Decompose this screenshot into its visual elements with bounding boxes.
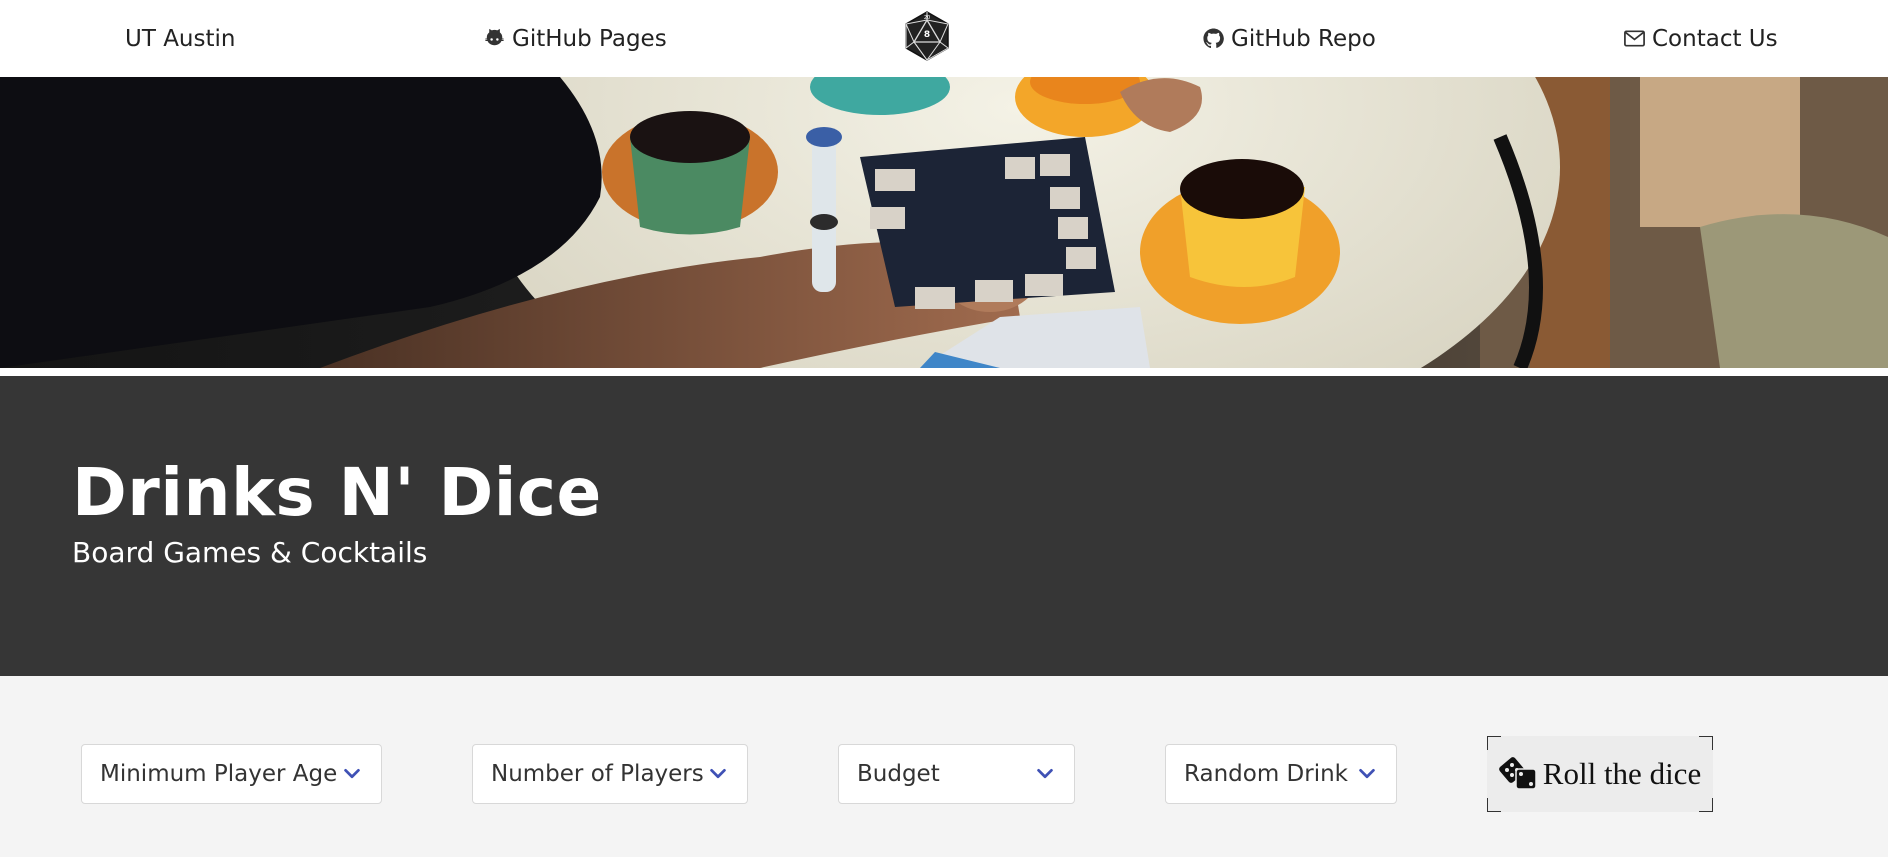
select-label: Number of Players xyxy=(491,761,704,787)
chevron-down-icon xyxy=(1037,768,1053,779)
focus-corner xyxy=(1487,798,1501,812)
select-label: Random Drink xyxy=(1184,761,1348,787)
chevron-down-icon xyxy=(710,768,726,779)
site-subtitle: Board Games & Cocktails xyxy=(72,536,428,569)
random-drink-select[interactable]: Random Drink xyxy=(1165,744,1397,804)
github-icon xyxy=(1202,27,1225,50)
nav-link-label: GitHub Pages xyxy=(512,25,667,52)
select-label: Minimum Player Age xyxy=(100,761,338,787)
hero-divider xyxy=(0,368,1888,376)
svg-text:20: 20 xyxy=(924,15,930,21)
dice-icon xyxy=(1498,757,1537,790)
number-of-players-select[interactable]: Number of Players xyxy=(472,744,748,804)
title-banner: Drinks N' Dice Board Games & Cocktails xyxy=(0,376,1888,676)
focus-corner xyxy=(1487,736,1501,750)
nav-link-label: Contact Us xyxy=(1652,25,1778,52)
nav-link-contact-us[interactable]: Contact Us xyxy=(1623,0,1778,77)
budget-select[interactable]: Budget xyxy=(838,744,1075,804)
github-octocat-icon xyxy=(483,27,506,50)
nav-link-github-repo[interactable]: GitHub Repo xyxy=(1202,0,1376,77)
filter-bar: Minimum Player Age Number of Players Bud… xyxy=(0,676,1888,857)
svg-text:8: 8 xyxy=(924,30,930,40)
top-navbar: UT Austin GitHub Pages 8 20 GitHub Repo xyxy=(0,0,1888,77)
min-player-age-select[interactable]: Minimum Player Age xyxy=(81,744,382,804)
select-label: Budget xyxy=(857,761,940,787)
hero-image xyxy=(0,77,1888,368)
roll-button-label: Roll the dice xyxy=(1542,756,1702,791)
nav-link-github-pages[interactable]: GitHub Pages xyxy=(483,0,667,77)
nav-link-label: GitHub Repo xyxy=(1231,25,1376,52)
chevron-down-icon xyxy=(1359,768,1375,779)
nav-link-ut-austin[interactable]: UT Austin xyxy=(125,0,235,77)
home-logo-link[interactable]: 8 20 xyxy=(904,11,950,67)
focus-corner xyxy=(1699,798,1713,812)
chevron-down-icon xyxy=(344,768,360,779)
focus-corner xyxy=(1699,736,1713,750)
site-title: Drinks N' Dice xyxy=(72,454,602,531)
d20-dice-icon: 8 20 xyxy=(904,11,950,67)
envelope-icon xyxy=(1623,27,1646,50)
nav-link-label: UT Austin xyxy=(125,25,236,52)
roll-the-dice-button[interactable]: Roll the dice xyxy=(1487,736,1713,812)
